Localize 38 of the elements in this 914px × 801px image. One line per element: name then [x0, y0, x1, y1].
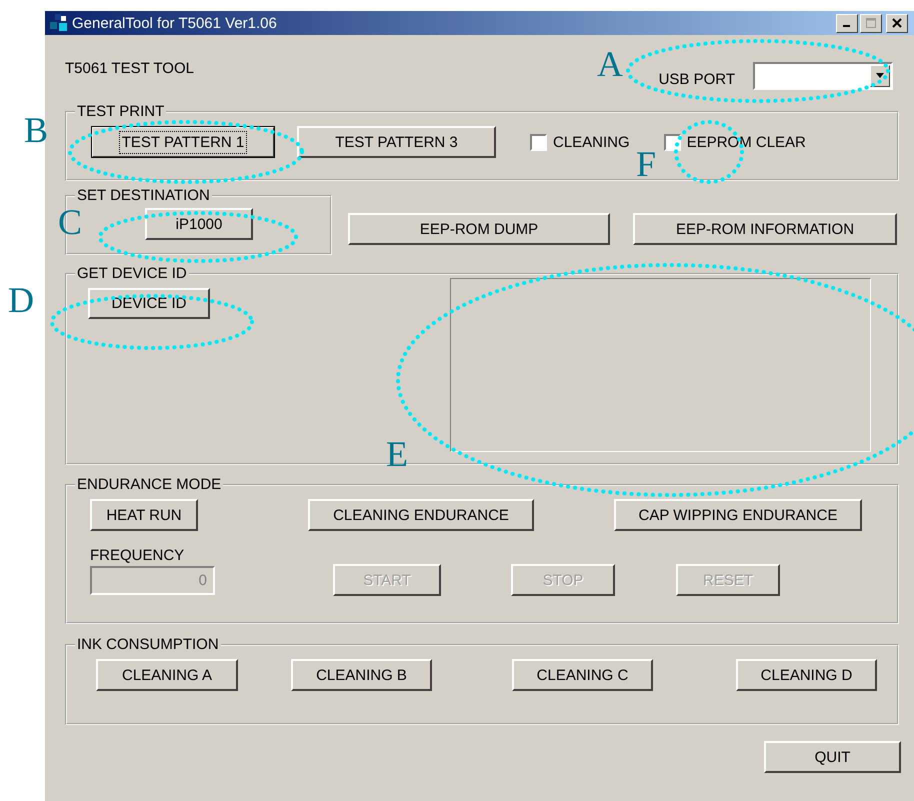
annotation-letter: A	[597, 44, 623, 84]
quit-button[interactable]: QUIT	[764, 741, 901, 773]
test-pattern-button[interactable]: TEST PATTERN 1	[91, 126, 275, 158]
close-icon[interactable]	[892, 18, 902, 28]
cleaning-button[interactable]: CLEANING A	[96, 659, 238, 691]
group-title: INK CONSUMPTION	[76, 636, 220, 653]
endurance-button[interactable]: CLEANING ENDURANCE	[308, 499, 534, 531]
annotation-letter: C	[58, 202, 82, 242]
checkbox[interactable]	[530, 134, 547, 150]
group-title: SET DESTINATION	[76, 187, 211, 204]
annotation-letter: F	[636, 144, 656, 184]
usb-port-dropdown[interactable]	[753, 62, 893, 90]
window-title: GeneralTool for T5061 Ver1.06	[72, 14, 277, 32]
cleaning-button[interactable]: CLEANING C	[512, 659, 653, 691]
checkbox[interactable]	[664, 134, 681, 150]
group-title: TEST PRINT	[76, 103, 166, 120]
tool-title: T5061 TEST TOOL	[65, 60, 194, 76]
minimize-button[interactable]	[836, 14, 858, 32]
cleaning-button[interactable]: CLEANING D	[736, 659, 877, 691]
endurance-button[interactable]: CAP WIPPING ENDURANCE	[614, 499, 862, 531]
group-title: ENDURANCE MODE	[76, 476, 222, 493]
close-button[interactable]	[886, 14, 908, 32]
annotation-letter: D	[8, 280, 34, 320]
annotation-letter: E	[386, 434, 408, 474]
frequency-label: FREQUENCY	[90, 547, 186, 564]
eeprom-button[interactable]: EEP-ROM INFORMATION	[633, 213, 897, 245]
destination-button[interactable]: iP1000	[145, 208, 253, 240]
eeprom-button[interactable]: EEP-ROM DUMP	[348, 213, 610, 245]
cleaning-button[interactable]: CLEANING B	[291, 659, 432, 691]
app-icon	[49, 13, 69, 33]
test-pattern-button[interactable]: TEST PATTERN 3	[297, 126, 496, 158]
checkbox-label: EEPROM CLEAR	[686, 134, 806, 150]
checkbox-label: CLEANING	[553, 134, 630, 150]
endurance-button[interactable]: HEAT RUN	[90, 499, 198, 531]
maximize-button[interactable]	[860, 14, 882, 32]
usb-port-label: USB PORT	[658, 70, 735, 88]
annotation-letter: B	[24, 110, 48, 150]
group-title: GET DEVICE ID	[76, 265, 188, 282]
